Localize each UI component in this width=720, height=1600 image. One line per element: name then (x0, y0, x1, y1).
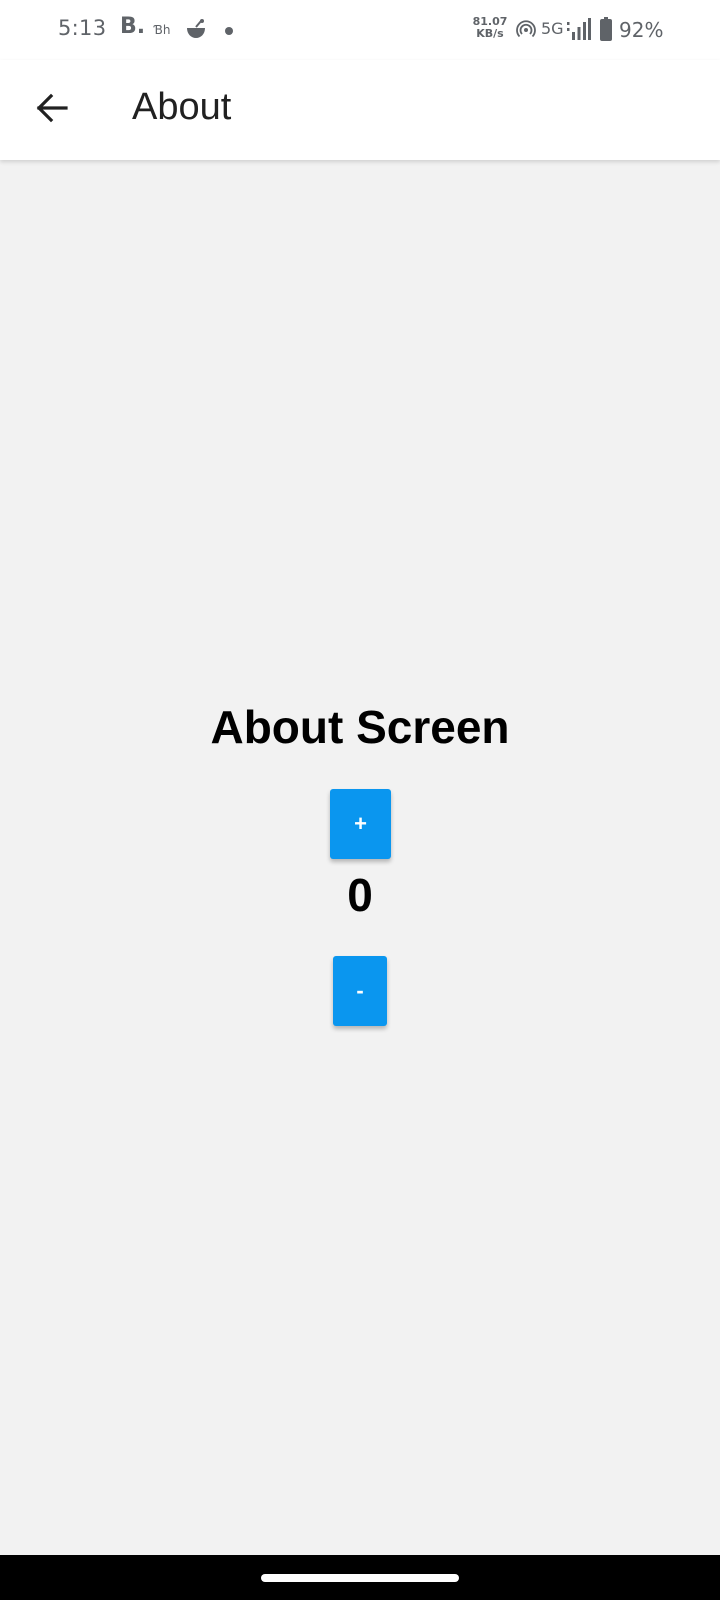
back-button[interactable] (28, 84, 76, 132)
signal-icon (567, 18, 591, 40)
notification-b-icon: B. (120, 14, 146, 39)
hotspot-icon (516, 20, 536, 38)
counter-value: 0 (347, 869, 373, 921)
status-bar: 5:13 B. Ɓh 81.07 KB/s 5G 92% (0, 0, 720, 60)
battery-icon (600, 17, 612, 41)
status-time: 5:13 (58, 16, 107, 40)
network-speed: 81.07 KB/s (470, 16, 510, 40)
bowl-icon (187, 19, 205, 38)
battery-percent: 92% (619, 18, 664, 42)
arrow-left-icon (36, 93, 68, 123)
network-type: 5G (541, 19, 564, 38)
increment-button[interactable]: + (330, 789, 391, 859)
page-title: About (132, 86, 232, 128)
notification-bh-icon: Ɓh (154, 23, 171, 37)
network-speed-unit: KB/s (476, 27, 504, 40)
decrement-button[interactable]: - (333, 956, 387, 1026)
dot-icon (225, 27, 233, 35)
home-indicator[interactable] (261, 1574, 459, 1582)
main-content: About Screen + 0 - (0, 160, 720, 1555)
app-bar: About (0, 60, 720, 160)
screen: 5:13 B. Ɓh 81.07 KB/s 5G 92% About About… (0, 0, 720, 1600)
screen-heading: About Screen (210, 701, 510, 753)
navigation-bar (0, 1555, 720, 1600)
